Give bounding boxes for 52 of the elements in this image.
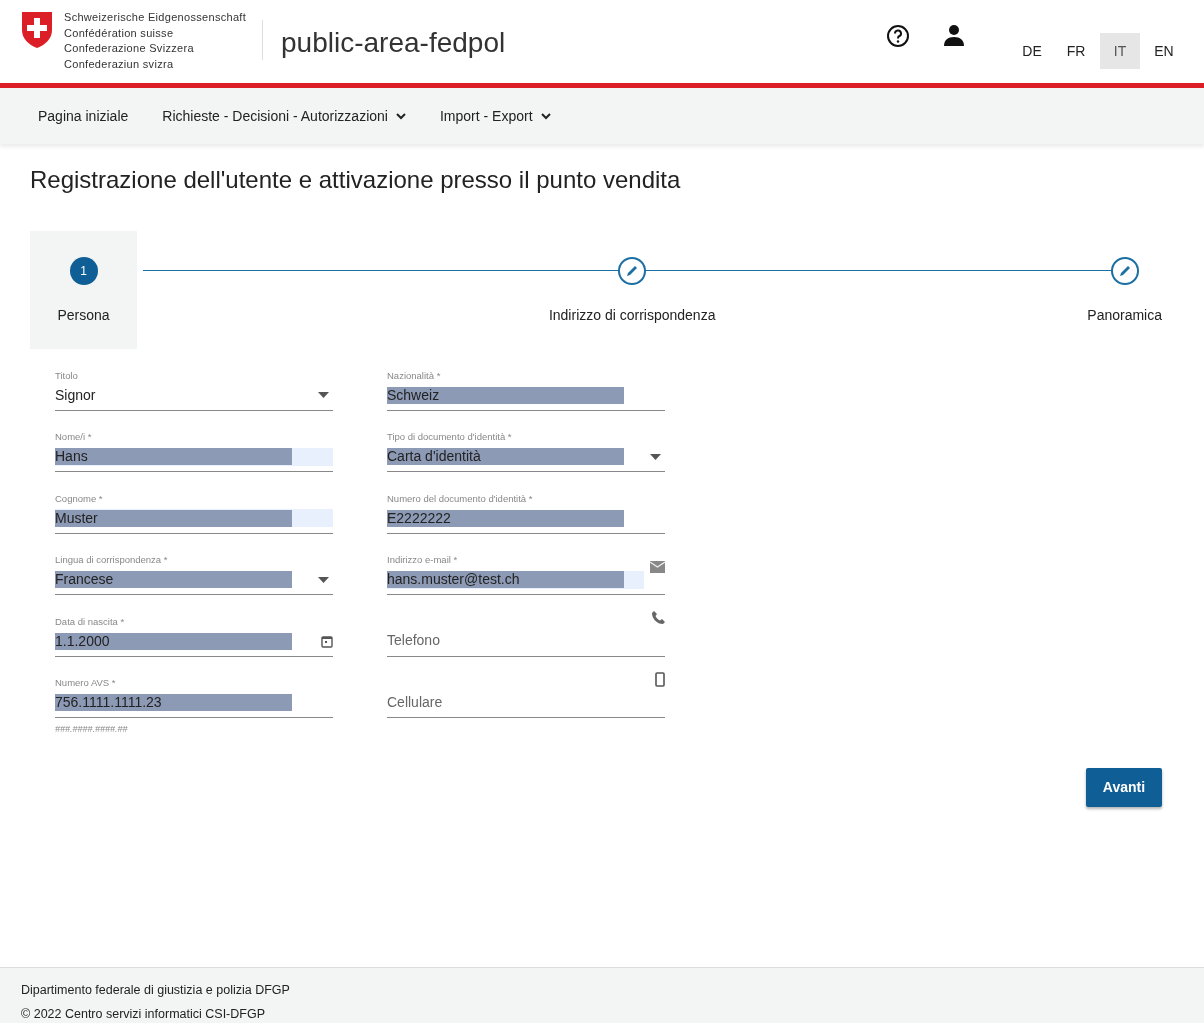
language-button[interactable]: DE	[1012, 33, 1052, 69]
input-field[interactable]: Cellulare	[387, 691, 649, 713]
nav-link[interactable]: Import - Export	[439, 105, 551, 127]
confederation-text: Schweizerische Eidgenossenschaft	[64, 10, 247, 25]
mobile-phone-icon	[655, 672, 665, 688]
calendar-icon	[321, 634, 333, 648]
step-label: Persona	[57, 305, 110, 325]
step-marker: 1	[69, 256, 98, 285]
dropdown-arrow-icon	[650, 453, 661, 460]
footer-text: Dipartimento federale di giustizia e polizia DFGP	[21, 982, 291, 999]
app-title: public-area-fedpol	[281, 26, 506, 60]
language-button[interactable]: EN	[1144, 33, 1184, 69]
field-label: Lingua di corrispondenza *	[55, 553, 169, 566]
language-button[interactable]: IT	[1100, 33, 1140, 69]
field-label: Numero del documento d'identità *	[387, 491, 534, 504]
swiss-shield-icon	[20, 10, 54, 50]
confederation-text: Confederazione Svizzera	[64, 41, 195, 56]
phone-icon	[652, 610, 665, 624]
footer-text: © 2022 Centro servizi informatici CSI-DFGP	[21, 1006, 266, 1023]
field-label: Nazionalità *	[387, 368, 442, 381]
input-field[interactable]: Schweiz	[387, 380, 665, 411]
field-hint: ###.####.####.##	[55, 723, 129, 737]
input-field[interactable]: 756.1111.1111.23	[55, 688, 333, 719]
field-label: Titolo	[55, 368, 79, 381]
envelope-icon	[650, 561, 665, 574]
input-field[interactable]: E2222222	[387, 503, 665, 534]
step-label: Indirizzo di corrispondenza	[548, 305, 716, 325]
input-field[interactable]: 1.1.2000	[55, 626, 333, 657]
dropdown-arrow-icon	[318, 576, 329, 583]
field-label: Tipo di documento d'identità *	[387, 430, 513, 443]
input-field[interactable]: Signor	[55, 380, 333, 411]
nav-link[interactable]: Richieste - Decisioni - Autorizzazioni	[162, 105, 406, 127]
field-label: Cognome *	[55, 491, 104, 504]
input-field[interactable]: Telefono	[387, 630, 646, 652]
language-button[interactable]: FR	[1056, 33, 1096, 69]
chevron-down-icon	[395, 112, 406, 120]
field-label: Numero AVS *	[55, 676, 117, 689]
field-label: Nome/i *	[55, 430, 93, 443]
field-label: Indirizzo e-mail *	[387, 553, 459, 566]
confederation-text: Confederaziun svizra	[64, 56, 175, 72]
nav-link[interactable]: Pagina iniziale	[38, 105, 129, 127]
user-icon[interactable]	[944, 24, 964, 46]
input-field[interactable]: Francese	[55, 565, 333, 596]
input-field[interactable]: Carta d'identità	[387, 442, 665, 473]
field-label: Data di nascita *	[55, 614, 126, 627]
next-button[interactable]: Avanti	[1086, 767, 1162, 807]
step-label: Panoramica	[1087, 305, 1162, 325]
help-icon[interactable]	[886, 24, 910, 48]
dropdown-arrow-icon	[318, 392, 329, 399]
chevron-down-icon	[540, 112, 551, 120]
page-title: Registrazione dell'utente e attivazione presso il punto vendita	[30, 166, 682, 195]
confederation-text: Confédération suisse	[64, 25, 175, 41]
